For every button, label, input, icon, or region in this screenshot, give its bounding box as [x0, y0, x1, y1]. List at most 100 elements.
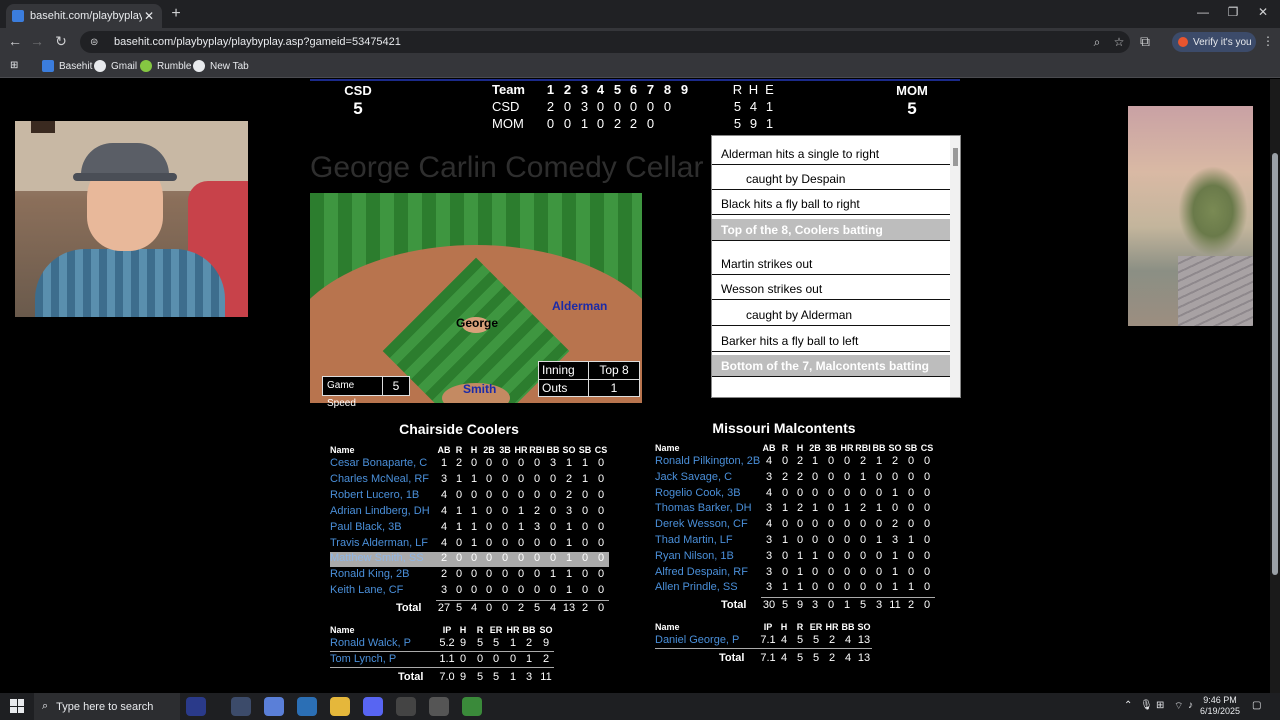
bookmark-star-icon[interactable]: ☆ [1108, 35, 1130, 49]
player-name-link[interactable]: Travis Alderman, LF [330, 537, 428, 549]
player-name-link[interactable]: Thad Martin, LF [655, 534, 733, 546]
restore-icon[interactable]: ❐ [1218, 5, 1248, 19]
volume-icon[interactable]: ♪ [1188, 700, 1193, 711]
player-name-link[interactable]: Jack Savage, C [655, 471, 732, 483]
stat-cell: 0 [549, 504, 557, 517]
player-name-link[interactable]: Ryan Nilson, 1B [655, 550, 734, 562]
chrome-icon[interactable] [231, 697, 251, 716]
stat-cell: 3 [549, 457, 557, 469]
discord-icon[interactable] [363, 697, 383, 716]
stat-cell: 0 [827, 470, 835, 483]
stat-header: H [796, 443, 804, 453]
stat-cell: 4 [440, 536, 448, 549]
player-name-link[interactable]: Keith Lane, CF [330, 584, 403, 596]
play-by-play-log[interactable]: Alderman hits a single to right caught by… [711, 135, 961, 398]
site-info-icon[interactable]: ⊜ [90, 37, 102, 48]
apps-icon[interactable]: ⊞ [10, 60, 18, 71]
stat-cell: 0 [811, 534, 819, 546]
batting-total-cell: 4 [549, 602, 557, 615]
pitch-stat-header: BB [841, 622, 855, 632]
stat-cell: 0 [485, 552, 493, 565]
stat-cell: 0 [796, 534, 804, 546]
taskbar-clock[interactable]: 9:46 PM 6/19/2025 [1198, 695, 1242, 717]
verify-label: Verify it's you [1193, 36, 1252, 48]
network-icon[interactable]: ⊞ [1156, 700, 1164, 711]
stat-cell: 0 [470, 552, 478, 565]
address-bar[interactable]: ⊜ basehit.com/playbyplay/playbyplay.asp?… [80, 31, 1130, 53]
stat-cell: 0 [501, 472, 509, 485]
pitcher-name-link[interactable]: Daniel George, P [655, 634, 739, 646]
taskbar-search[interactable]: ⌕ Type here to search [34, 693, 180, 720]
tray-chevron-icon[interactable]: ⌃ [1124, 700, 1132, 711]
verify-button[interactable]: Verify it's you [1172, 32, 1256, 52]
new-tab-button[interactable]: + [168, 5, 184, 23]
inning-header: 6 [629, 82, 638, 97]
player-name-link[interactable]: Robert Lucero, 1B [330, 489, 419, 501]
url-text[interactable]: basehit.com/playbyplay/playbyplay.asp?ga… [114, 36, 1086, 48]
forward-icon[interactable]: → [28, 33, 46, 49]
inning-header: 8 [663, 82, 672, 97]
zoom-icon[interactable]: ⌕ [1086, 35, 1108, 50]
bookmark-new-tab[interactable]: New Tab [193, 60, 249, 72]
microphone-icon[interactable]: 🎙 [1140, 700, 1153, 711]
pitcher-name-link[interactable]: Ronald Walck, P [330, 637, 411, 649]
pitch-stat-cell: 2 [828, 634, 836, 646]
cast-icon[interactable]: ⧉ [1136, 33, 1154, 50]
stat-cell: 0 [843, 549, 851, 562]
wifi-icon[interactable]: ⌔ [1174, 700, 1183, 713]
scrollbar-thumb[interactable] [1272, 153, 1278, 575]
player-name-link[interactable]: Alfred Despain, RF [655, 566, 748, 578]
player-name-link[interactable]: Matthew Smith, SS [330, 552, 424, 565]
bookmark-rumble[interactable]: Rumble [140, 60, 191, 72]
player-name-link[interactable]: Derek Wesson, CF [655, 518, 748, 530]
back-icon[interactable]: ← [6, 33, 24, 49]
windows-start-icon[interactable] [10, 699, 24, 713]
rhe-value: 5 [733, 116, 742, 131]
game-speed-control[interactable]: Game Speed 5 [322, 376, 410, 409]
player-name-link[interactable]: Allen Prindle, SS [655, 581, 738, 593]
reload-icon[interactable]: ↻ [52, 33, 70, 50]
log-scrollbar[interactable] [950, 136, 960, 397]
stat-header: SO [888, 443, 902, 453]
page-scrollbar[interactable] [1270, 79, 1280, 693]
bookmark-gmail[interactable]: Gmail [94, 60, 137, 72]
copilot-icon[interactable] [264, 697, 284, 716]
pitcher-name-link[interactable]: Tom Lynch, P [330, 653, 396, 665]
pitching-total-cell: 5 [812, 652, 820, 664]
stat-cell: 0 [485, 457, 493, 469]
game-speed-value[interactable]: 5 [383, 377, 409, 395]
stat-cell: 1 [455, 520, 463, 533]
stat-cell: 0 [533, 457, 541, 469]
player-name-link[interactable]: Thomas Barker, DH [655, 502, 752, 514]
file-explorer-icon[interactable] [330, 697, 350, 716]
menu-icon[interactable]: ⋮ [1262, 34, 1274, 48]
weather-icon[interactable] [186, 697, 206, 716]
browser-tab[interactable]: basehit.com/playbyplay/playby ✕ [6, 4, 162, 28]
batting-total-cell: 13 [562, 602, 576, 615]
player-name-link[interactable]: Charles McNeal, RF [330, 473, 429, 485]
calculator-icon[interactable] [396, 697, 416, 716]
stat-header: RBI [855, 443, 871, 453]
stat-header: BB [872, 443, 886, 453]
stat-cell: 0 [581, 488, 589, 501]
player-name-link[interactable]: Ronald King, 2B [330, 568, 410, 580]
store-icon[interactable] [297, 697, 317, 716]
player-name-link[interactable]: Adrian Lindberg, DH [330, 505, 430, 517]
close-window-icon[interactable]: ✕ [1248, 5, 1278, 19]
rhe-header: R [732, 82, 743, 97]
stat-cell: 1 [581, 457, 589, 469]
player-name-link[interactable]: Paul Black, 3B [330, 521, 402, 533]
stat-header: R [781, 443, 789, 453]
batting-total-cell: 5 [455, 602, 463, 615]
bookmark-basehit[interactable]: Basehit [42, 60, 92, 72]
app-icon[interactable] [462, 697, 482, 716]
player-name-link[interactable]: Cesar Bonaparte, C [330, 457, 427, 469]
player-name-link[interactable]: Rogelio Cook, 3B [655, 487, 741, 499]
notifications-icon[interactable]: ▢ [1252, 700, 1261, 711]
app-icon[interactable] [429, 697, 449, 716]
minimize-icon[interactable]: — [1188, 5, 1218, 19]
stat-cell: 1 [440, 457, 448, 469]
tab-close-icon[interactable]: ✕ [142, 9, 156, 23]
stat-cell: 0 [875, 470, 883, 483]
player-name-link[interactable]: Ronald Pilkington, 2B [655, 455, 760, 467]
